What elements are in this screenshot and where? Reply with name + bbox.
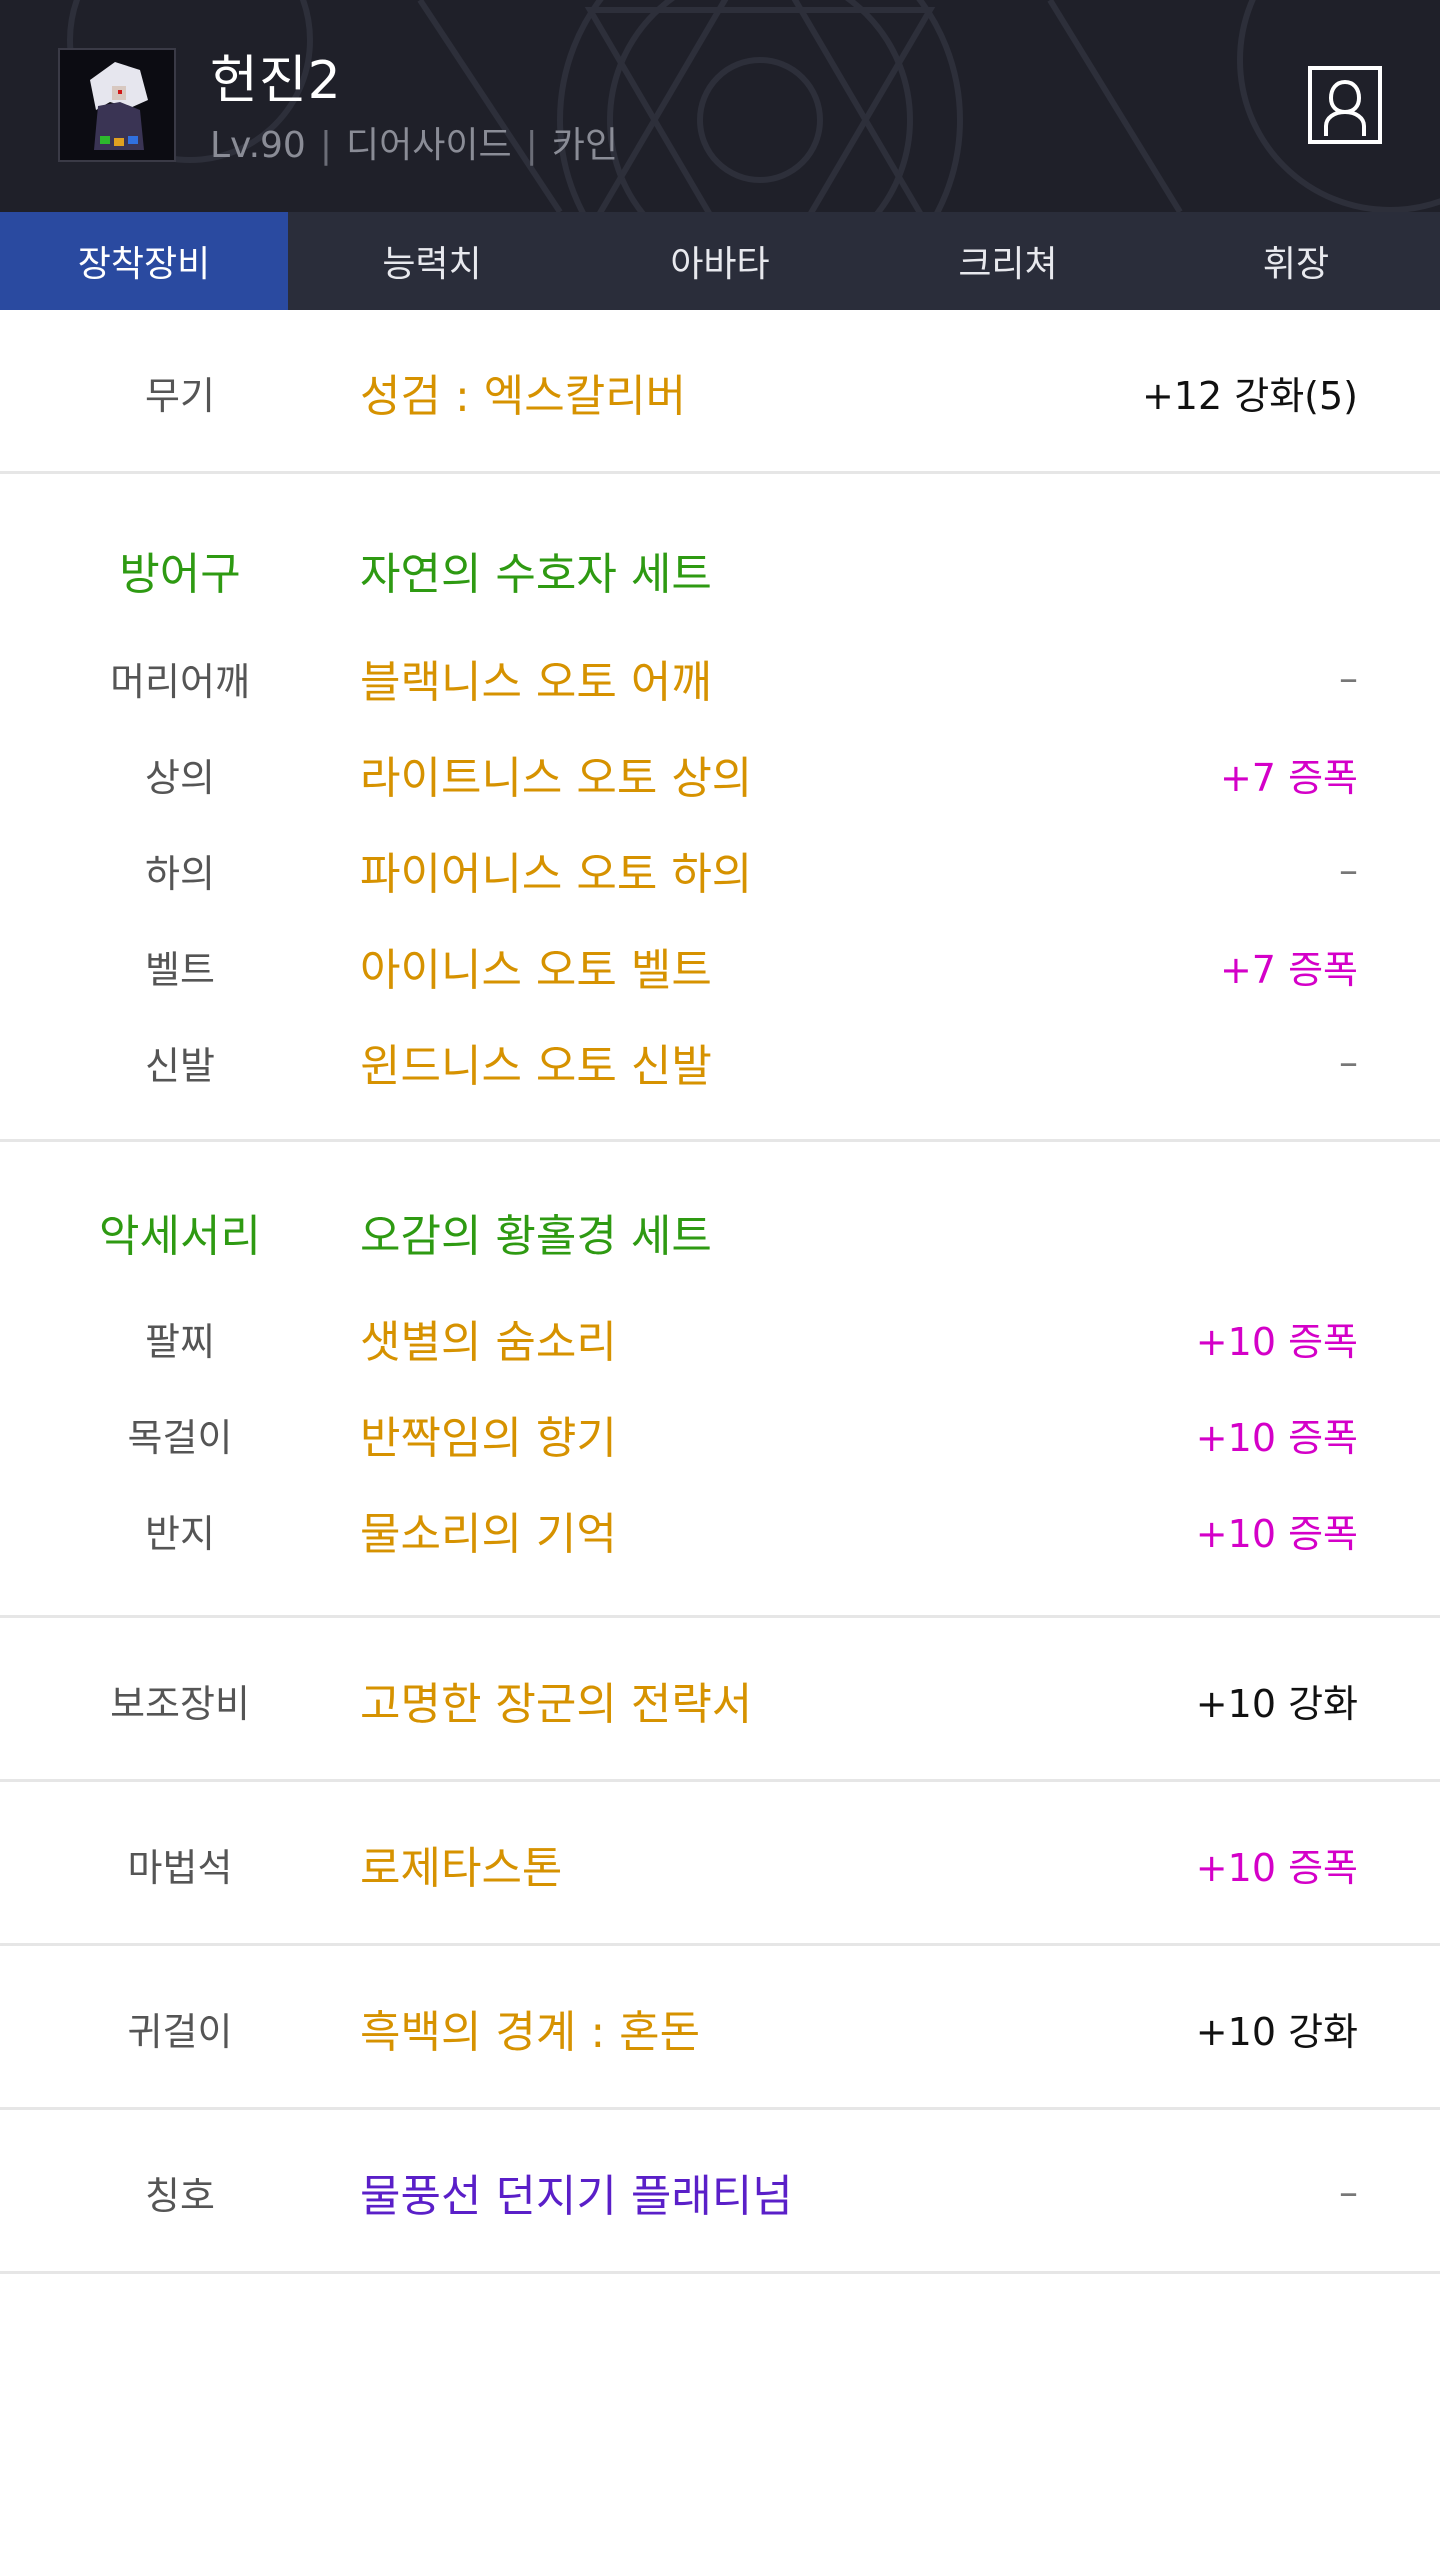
item-name: 물소리의 기억 [360, 1509, 617, 1560]
enhance-value: – [1339, 848, 1358, 892]
equipment-row-bottom[interactable]: 하의 파이어니스 오토 하의 – [0, 822, 1440, 918]
slot-label: 목걸이 [127, 1415, 233, 1460]
enhance-value: – [1339, 1040, 1358, 1084]
equipment-row-bracelet[interactable]: 팔찌 샛별의 숨소리 +10 증폭 [0, 1290, 1440, 1386]
amplify-value: +10 증폭 [1195, 1319, 1358, 1364]
amplify-value: +10 증폭 [1195, 1415, 1358, 1460]
armor-section: 방어구 자연의 수호자 세트 머리어깨 블랙니스 오토 어깨 – 상의 라이트니… [0, 474, 1440, 1142]
character-portrait[interactable] [58, 48, 176, 162]
set-label: 방어구 [119, 549, 241, 600]
equipment-row-sub[interactable]: 보조장비 고명한 장군의 전략서 +10 강화 [0, 1652, 1440, 1748]
slot-label: 하의 [145, 851, 215, 896]
slot-label: 머리어깨 [110, 659, 250, 704]
slot-label: 신발 [145, 1043, 215, 1088]
item-name: 고명한 장군의 전략서 [360, 1679, 753, 1730]
slot-label: 반지 [145, 1511, 215, 1556]
item-name: 블랙니스 오토 어깨 [360, 657, 712, 708]
item-name: 반짝임의 향기 [360, 1413, 617, 1464]
slot-label: 상의 [145, 755, 215, 800]
title-section: 칭호 물풍선 던지기 플래티넘 – [0, 2110, 1440, 2274]
character-job: 디어사이드 [345, 125, 512, 166]
equipment-row-shoes[interactable]: 신발 윈드니스 오토 신발 – [0, 1014, 1440, 1110]
sub-equipment-section: 보조장비 고명한 장군의 전략서 +10 강화 [0, 1618, 1440, 1782]
item-name: 흑백의 경계 : 혼돈 [360, 2007, 701, 2058]
equipment-row-weapon[interactable]: 무기 성검 : 엑스칼리버 +12 강화(5) [0, 344, 1440, 440]
set-label: 악세서리 [99, 1211, 261, 1262]
equipment-row-shoulder[interactable]: 머리어깨 블랙니스 오토 어깨 – [0, 630, 1440, 726]
item-name: 물풍선 던지기 플래티넘 [360, 2171, 793, 2222]
character-server: 카인 [551, 125, 618, 166]
set-name: 자연의 수호자 세트 [360, 549, 712, 600]
set-row-accessory[interactable]: 악세서리 오감의 황홀경 세트 [0, 1184, 1440, 1280]
divider: | [525, 125, 538, 166]
amplify-value: +7 증폭 [1219, 947, 1358, 992]
user-profile-icon [1324, 79, 1366, 136]
tab-stats[interactable]: 능력치 [288, 212, 576, 310]
equipment-list: 무기 성검 : 엑스칼리버 +12 강화(5) 방어구 자연의 수호자 세트 머… [0, 310, 1440, 2274]
equipment-row-belt[interactable]: 벨트 아이니스 오토 벨트 +7 증폭 [0, 918, 1440, 1014]
equipment-row-necklace[interactable]: 목걸이 반짝임의 향기 +10 증폭 [0, 1386, 1440, 1482]
slot-label: 벨트 [145, 947, 215, 992]
amplify-value: +7 증폭 [1219, 755, 1358, 800]
slot-label: 귀걸이 [127, 2009, 233, 2054]
item-name: 샛별의 숨소리 [360, 1317, 617, 1368]
accessory-section: 악세서리 오감의 황홀경 세트 팔찌 샛별의 숨소리 +10 증폭 목걸이 반짝… [0, 1142, 1440, 1618]
slot-label: 팔찌 [145, 1319, 215, 1364]
item-name: 파이어니스 오토 하의 [360, 849, 753, 900]
slot-label: 무기 [145, 373, 215, 418]
enhance-value: – [1339, 656, 1358, 700]
divider: | [319, 125, 332, 166]
item-name: 성검 : 엑스칼리버 [360, 371, 687, 422]
profile-button[interactable] [1308, 66, 1382, 144]
set-name: 오감의 황홀경 세트 [360, 1211, 712, 1262]
slot-label: 칭호 [145, 2173, 215, 2218]
weapon-section: 무기 성검 : 엑스칼리버 +12 강화(5) [0, 310, 1440, 474]
amplify-value: +10 증폭 [1195, 1511, 1358, 1556]
slot-label: 마법석 [127, 1845, 233, 1890]
tab-emblem[interactable]: 휘장 [1152, 212, 1440, 310]
amplify-value: +10 증폭 [1195, 1845, 1358, 1890]
slot-label: 보조장비 [110, 1681, 250, 1726]
item-name: 로제타스톤 [360, 1843, 563, 1894]
item-name: 아이니스 오토 벨트 [360, 945, 712, 996]
tab-avatar[interactable]: 아바타 [576, 212, 864, 310]
equipment-row-earring[interactable]: 귀걸이 흑백의 경계 : 혼돈 +10 강화 [0, 1980, 1440, 2076]
tab-creature[interactable]: 크리쳐 [864, 212, 1152, 310]
character-name: 헌진2 [210, 51, 342, 111]
enhance-value: +10 강화 [1195, 2009, 1358, 2054]
item-name: 라이트니스 오토 상의 [360, 753, 753, 804]
earring-section: 귀걸이 흑백의 경계 : 혼돈 +10 강화 [0, 1946, 1440, 2110]
set-row-armor[interactable]: 방어구 자연의 수호자 세트 [0, 522, 1440, 618]
character-level: Lv.90 [210, 125, 306, 166]
tab-equipment[interactable]: 장착장비 [0, 212, 288, 310]
equipment-row-magic-stone[interactable]: 마법석 로제타스톤 +10 증폭 [0, 1816, 1440, 1912]
equipment-row-top[interactable]: 상의 라이트니스 오토 상의 +7 증폭 [0, 726, 1440, 822]
enhance-value: – [1339, 2170, 1358, 2214]
character-info: Lv.90 | 디어사이드 | 카인 [210, 116, 618, 168]
equipment-row-title[interactable]: 칭호 물풍선 던지기 플래티넘 – [0, 2144, 1440, 2240]
character-header: 헌진2 Lv.90 | 디어사이드 | 카인 [0, 0, 1440, 212]
enhance-value: +10 강화 [1195, 1681, 1358, 1726]
equipment-row-ring[interactable]: 반지 물소리의 기억 +10 증폭 [0, 1482, 1440, 1578]
magic-stone-section: 마법석 로제타스톤 +10 증폭 [0, 1782, 1440, 1946]
tab-bar: 장착장비 능력치 아바타 크리쳐 휘장 [0, 212, 1440, 310]
enhance-value: +12 강화(5) [1141, 373, 1358, 418]
item-name: 윈드니스 오토 신발 [360, 1041, 712, 1092]
